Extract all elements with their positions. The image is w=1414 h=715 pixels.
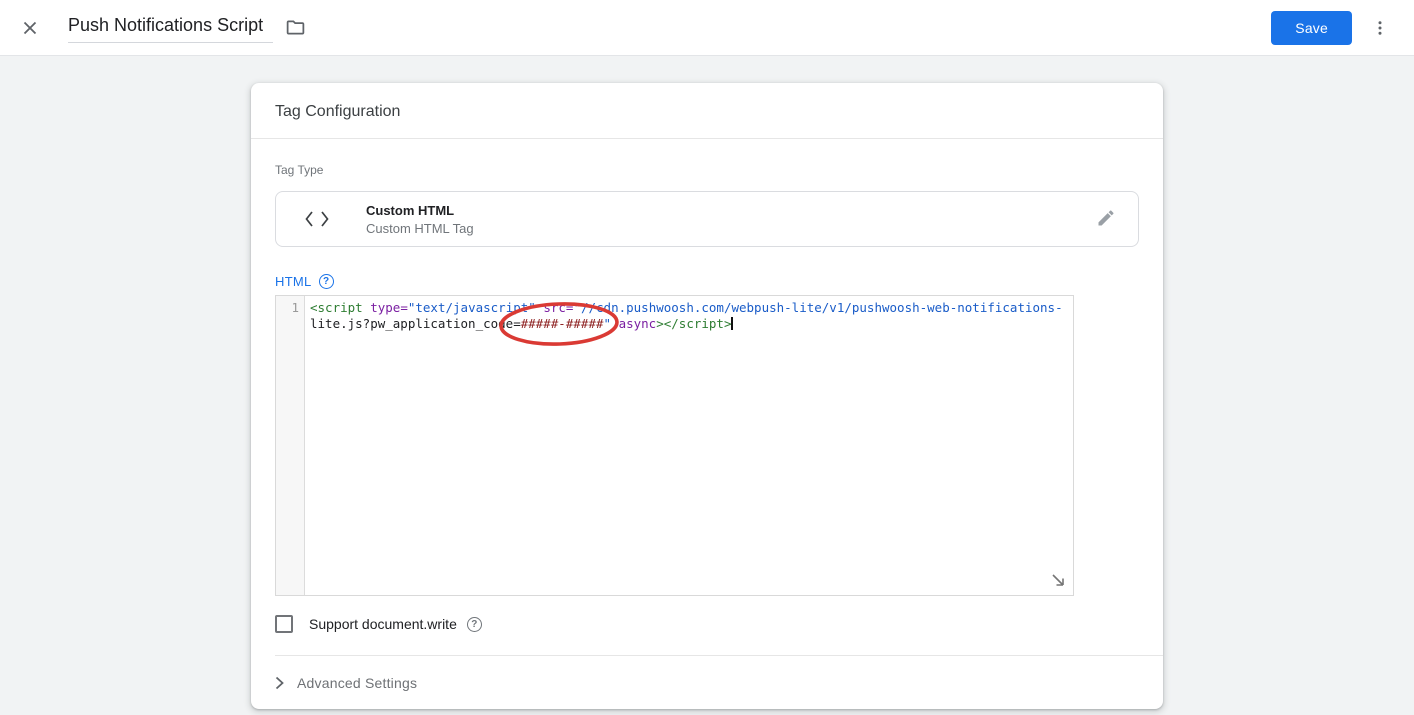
edit-tag-type-button[interactable] xyxy=(1092,204,1120,235)
top-app-bar: Push Notifications Script Save xyxy=(0,0,1414,56)
advanced-settings-toggle[interactable]: Advanced Settings xyxy=(251,656,1163,709)
folder-icon xyxy=(286,20,304,35)
code-brackets-icon xyxy=(304,210,330,228)
line-number: 1 xyxy=(291,300,299,315)
code-line: lite.js?pw_application_code=#####-#####"… xyxy=(310,316,733,331)
code-content: <script type="text/javascript" src="//cd… xyxy=(305,296,1067,595)
html-field-label: HTML xyxy=(275,273,312,289)
html-field-header: HTML ? xyxy=(275,273,1139,289)
support-document-write-row: Support document.write ? xyxy=(275,614,1139,634)
pencil-icon xyxy=(1098,209,1114,225)
folder-button[interactable] xyxy=(275,8,315,48)
chevron-right-icon xyxy=(275,676,284,690)
code-line: <script type="text/javascript" src="//cd… xyxy=(310,300,1063,315)
advanced-settings-label: Advanced Settings xyxy=(297,675,418,691)
editor-gutter: 1 xyxy=(276,296,305,595)
html-code-editor[interactable]: 1 <script type="text/javascript" src="//… xyxy=(275,295,1074,596)
support-document-write-checkbox[interactable] xyxy=(275,615,293,633)
text-caret xyxy=(731,317,733,330)
support-document-write-help-icon[interactable]: ? xyxy=(466,616,482,632)
kebab-menu-icon xyxy=(1378,20,1382,35)
tag-title: Push Notifications Script xyxy=(68,15,264,35)
resize-arrow-icon xyxy=(1052,574,1064,586)
tag-type-selector[interactable]: Custom HTML Custom HTML Tag xyxy=(275,191,1139,247)
tag-type-name: Custom HTML xyxy=(366,202,455,218)
html-help-icon[interactable]: ? xyxy=(318,273,334,289)
tag-name-field[interactable]: Push Notifications Script xyxy=(68,12,274,43)
tag-configuration-card: Tag Configuration Tag Type Custom HTML C… xyxy=(251,83,1163,709)
editor-resize-handle[interactable] xyxy=(1049,571,1067,589)
save-button[interactable]: Save xyxy=(1271,10,1352,45)
close-button[interactable] xyxy=(10,8,50,48)
tag-type-text: Custom HTML Custom HTML Tag xyxy=(366,203,1092,236)
card-header: Tag Configuration xyxy=(251,83,1163,139)
close-icon xyxy=(23,21,37,34)
kebab-menu-button[interactable] xyxy=(1360,8,1400,48)
support-document-write-label: Support document.write xyxy=(309,616,457,632)
tag-type-description: Custom HTML Tag xyxy=(366,220,474,236)
card-title: Tag Configuration xyxy=(275,103,401,120)
tag-type-label: Tag Type xyxy=(275,163,324,177)
